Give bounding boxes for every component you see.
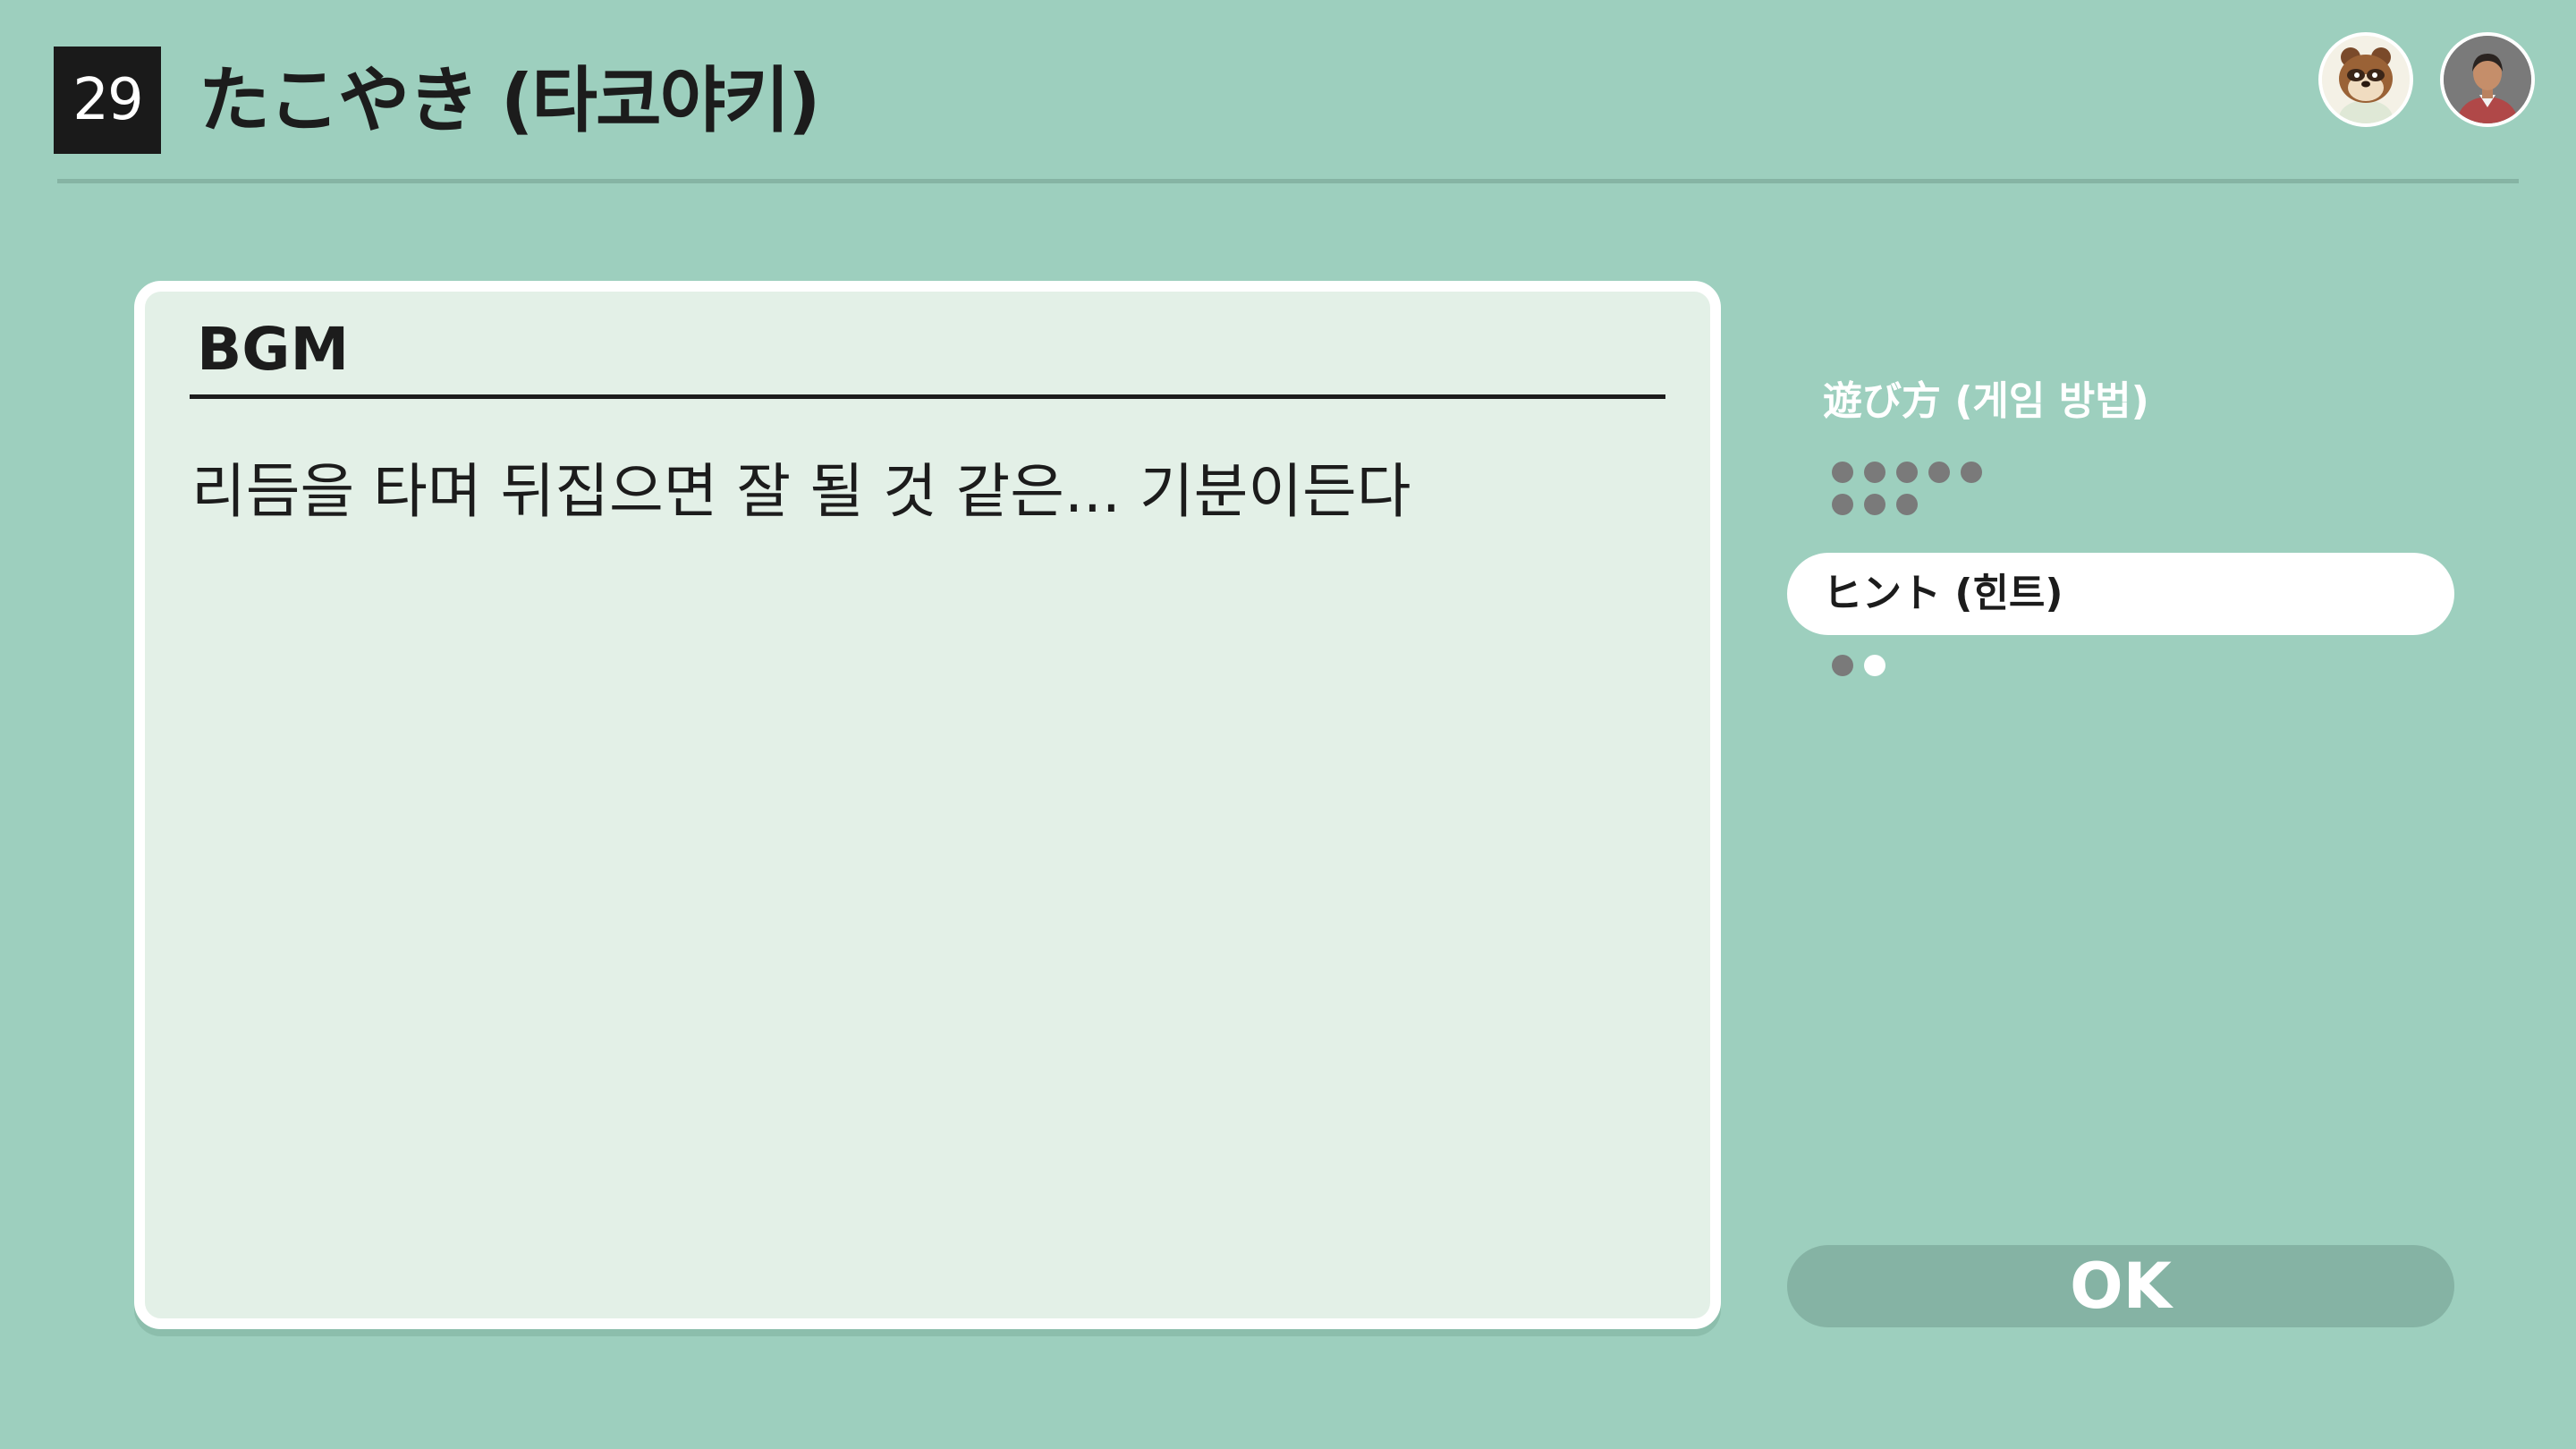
menu-item-how-to-play-label: 遊び方 (게임 방법)	[1823, 378, 2149, 424]
card-body-text: 리듬을 타며 뒤집으면 잘 될 것 같은... 기분이든다	[191, 457, 1411, 526]
ok-button[interactable]: OK	[1787, 1245, 2454, 1327]
card-heading: BGM	[197, 315, 350, 384]
header-divider	[57, 179, 2519, 183]
page-dot	[1961, 462, 1982, 483]
menu-item-hint[interactable]: ヒント (힌트)	[1787, 553, 2454, 635]
game-number-badge: 29	[54, 47, 161, 154]
page-dot	[1896, 462, 1918, 483]
hint-page-dots	[1832, 655, 1982, 676]
raccoon-character-avatar-icon[interactable]	[2318, 32, 2413, 127]
page-title: たこやき (타코야키)	[199, 59, 820, 142]
page-dot	[1864, 462, 1885, 483]
page-dot	[1832, 462, 1853, 483]
page-dot	[1832, 655, 1853, 676]
page-dot	[1896, 494, 1918, 515]
info-card: BGM 리듬을 타며 뒤집으면 잘 될 것 같은... 기분이든다	[134, 281, 1721, 1329]
menu-item-hint-label: ヒント (힌트)	[1823, 571, 2063, 616]
page-dot	[1928, 462, 1950, 483]
how-to-play-page-dots	[1832, 462, 1982, 515]
menu-item-how-to-play[interactable]: 遊び方 (게임 방법)	[1787, 358, 2454, 537]
page-dot	[1832, 494, 1853, 515]
side-menu: 遊び方 (게임 방법) ヒント (힌트)	[1787, 358, 2454, 676]
user-avatar-icon[interactable]	[2440, 32, 2535, 127]
page-dot	[1864, 655, 1885, 676]
header: 29 たこやき (타코야키)	[0, 0, 2576, 188]
page-dot	[1864, 494, 1885, 515]
card-divider	[190, 394, 1665, 399]
